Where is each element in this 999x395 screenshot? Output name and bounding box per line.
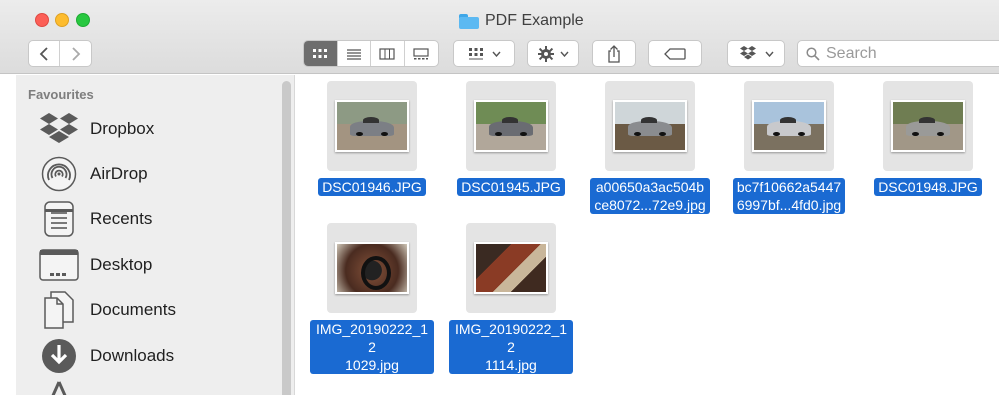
chevron-right-icon bbox=[71, 46, 80, 61]
back-button[interactable] bbox=[29, 41, 61, 66]
chevron-down-icon bbox=[491, 51, 501, 57]
file-name-label: IMG_20190222_12 1114.jpg bbox=[449, 320, 573, 374]
dropbox-menu-button[interactable] bbox=[727, 40, 785, 67]
chevron-down-icon bbox=[559, 51, 569, 57]
file-thumbnail-bg bbox=[327, 223, 417, 313]
sidebar-item-documents[interactable]: Documents bbox=[38, 290, 176, 330]
photo-thumbnail bbox=[613, 100, 687, 152]
file-item[interactable]: DSC01945.JPG bbox=[449, 81, 573, 196]
window-title-text: PDF Example bbox=[485, 12, 584, 29]
icon-view-icon bbox=[313, 48, 328, 58]
photo-thumbnail bbox=[891, 100, 965, 152]
folder-icon bbox=[459, 13, 479, 29]
sidebar: Favourites Dropbox AirDrop Recents Deskt… bbox=[16, 75, 295, 395]
search-field[interactable]: Search bbox=[797, 40, 999, 67]
photo-thumbnail bbox=[474, 100, 548, 152]
maximize-window-button[interactable] bbox=[76, 13, 90, 27]
file-thumbnail-bg bbox=[466, 223, 556, 313]
file-item[interactable]: IMG_20190222_12 1029.jpg bbox=[310, 223, 434, 374]
sidebar-item-airdrop[interactable]: AirDrop bbox=[38, 154, 148, 194]
sidebar-item-downloads[interactable]: Downloads bbox=[38, 336, 174, 376]
sidebar-item-recents[interactable]: Recents bbox=[38, 199, 152, 239]
list-view-button[interactable] bbox=[338, 41, 371, 66]
airdrop-icon bbox=[38, 155, 80, 193]
file-item[interactable]: IMG_20190222_12 1114.jpg bbox=[449, 223, 573, 374]
downloads-icon bbox=[38, 337, 80, 375]
navigation-buttons bbox=[28, 40, 92, 67]
view-mode-selector bbox=[303, 40, 439, 67]
gallery-view-button[interactable] bbox=[405, 41, 438, 66]
icon-view-button[interactable] bbox=[304, 41, 338, 66]
file-name-label: DSC01946.JPG bbox=[318, 178, 426, 196]
column-view-icon bbox=[379, 47, 395, 60]
minimize-window-button[interactable] bbox=[55, 13, 69, 27]
file-item[interactable]: a00650a3ac504b ce8072...72e9.jpg bbox=[588, 81, 712, 214]
photo-thumbnail bbox=[474, 242, 548, 294]
title-bar: PDF Example Search bbox=[0, 0, 999, 74]
file-name-label: a00650a3ac504b ce8072...72e9.jpg bbox=[590, 178, 710, 214]
desktop-icon bbox=[38, 246, 80, 284]
gallery-view-icon bbox=[413, 47, 429, 59]
file-name-label: DSC01945.JPG bbox=[457, 178, 565, 196]
file-item[interactable]: bc7f10662a5447 6997bf...4fd0.jpg bbox=[727, 81, 851, 214]
chevron-left-icon bbox=[39, 46, 48, 61]
sidebar-heading-favourites: Favourites bbox=[28, 87, 94, 102]
gear-icon bbox=[537, 45, 554, 62]
action-menu-button[interactable] bbox=[527, 40, 579, 67]
sidebar-item-applications-partial[interactable] bbox=[38, 380, 80, 395]
file-name-label: DSC01948.JPG bbox=[874, 178, 982, 196]
photo-thumbnail bbox=[752, 100, 826, 152]
file-browser-area: DSC01946.JPG DSC01945.JPG a00650a3ac504b… bbox=[296, 75, 999, 395]
file-thumbnail-bg bbox=[744, 81, 834, 171]
photo-thumbnail bbox=[335, 242, 409, 294]
tag-icon bbox=[664, 47, 686, 60]
list-view-icon bbox=[346, 48, 361, 60]
sidebar-item-desktop[interactable]: Desktop bbox=[38, 245, 152, 285]
share-icon bbox=[608, 44, 620, 63]
sidebar-item-label: Desktop bbox=[90, 255, 153, 274]
close-window-button[interactable] bbox=[35, 13, 49, 27]
share-button[interactable] bbox=[592, 40, 636, 67]
group-icon bbox=[468, 47, 483, 59]
column-view-button[interactable] bbox=[371, 41, 405, 66]
finder-window: PDF Example Search Favourites Dropbox Ai… bbox=[0, 0, 999, 395]
window-title: PDF Example bbox=[459, 10, 584, 32]
applications-icon bbox=[38, 380, 80, 395]
file-item[interactable]: DSC01946.JPG bbox=[310, 81, 434, 196]
file-thumbnail-bg bbox=[466, 81, 556, 171]
documents-icon bbox=[38, 291, 80, 329]
photo-thumbnail bbox=[335, 100, 409, 152]
dropbox-icon bbox=[739, 46, 756, 60]
sidebar-item-label: Documents bbox=[90, 300, 176, 319]
file-item[interactable]: DSC01948.JPG bbox=[866, 81, 990, 196]
file-name-label: bc7f10662a5447 6997bf...4fd0.jpg bbox=[732, 178, 846, 214]
file-name-label: IMG_20190222_12 1029.jpg bbox=[310, 320, 434, 374]
sidebar-item-label: Dropbox bbox=[90, 119, 155, 138]
sidebar-item-dropbox[interactable]: Dropbox bbox=[38, 109, 154, 149]
recents-icon bbox=[38, 200, 80, 238]
file-thumbnail-bg bbox=[327, 81, 417, 171]
sidebar-scrollbar[interactable] bbox=[282, 81, 291, 395]
sidebar-item-label: AirDrop bbox=[90, 164, 148, 183]
search-placeholder: Search bbox=[826, 44, 877, 62]
sidebar-item-label: Recents bbox=[90, 209, 153, 228]
group-by-button[interactable] bbox=[453, 40, 515, 67]
edit-tags-button[interactable] bbox=[648, 40, 702, 67]
chevron-down-icon bbox=[764, 51, 774, 57]
forward-button[interactable] bbox=[60, 41, 91, 66]
search-icon bbox=[806, 46, 820, 61]
file-thumbnail-bg bbox=[605, 81, 695, 171]
file-thumbnail-bg bbox=[883, 81, 973, 171]
sidebar-item-label: Downloads bbox=[90, 346, 175, 365]
dropbox-icon bbox=[38, 110, 80, 148]
